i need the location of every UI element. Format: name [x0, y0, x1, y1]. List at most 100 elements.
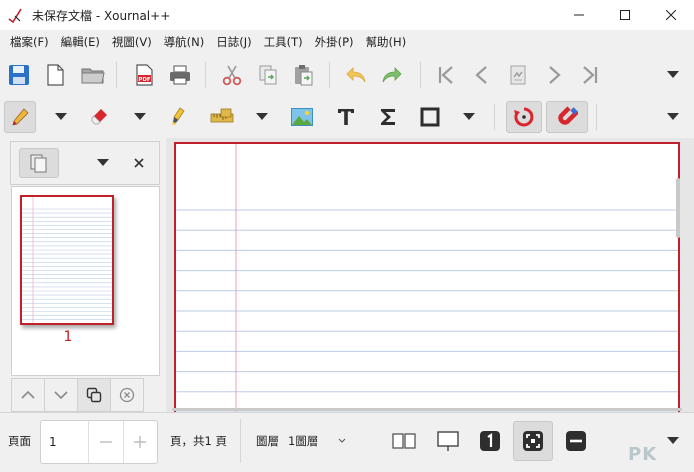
rectangle-button[interactable]: [414, 101, 446, 133]
math-tex-button[interactable]: [372, 101, 404, 133]
sidebar-page-actions: [11, 378, 160, 412]
menu-navigation[interactable]: 導航(N): [158, 31, 211, 53]
eraser-options-dropdown[interactable]: [129, 101, 151, 133]
move-page-down-button[interactable]: [44, 378, 78, 412]
thumbnail-page-number: 1: [63, 329, 73, 345]
menu-view[interactable]: 視圖(V): [106, 31, 158, 53]
drawing-type-dropdown[interactable]: [458, 101, 480, 133]
undo-button[interactable]: [340, 59, 372, 91]
status-separator: [240, 419, 241, 463]
page-total-label: 頁，共1 頁: [170, 434, 227, 448]
sidebar-view-dropdown[interactable]: [91, 148, 115, 178]
copy-button[interactable]: [252, 59, 284, 91]
goto-page-button[interactable]: [502, 59, 534, 91]
next-page-button[interactable]: [538, 59, 570, 91]
open-button[interactable]: [77, 59, 109, 91]
close-button[interactable]: [648, 0, 694, 30]
chevron-down-icon: [338, 438, 346, 443]
chevron-up-icon: [21, 390, 35, 399]
redo-button[interactable]: [376, 59, 408, 91]
pair-pages-button[interactable]: [384, 421, 424, 461]
document-canvas[interactable]: [166, 138, 694, 412]
first-page-button[interactable]: [430, 59, 462, 91]
sidebar-header: [10, 141, 160, 185]
status-bar: 頁面 1 頁，共1 頁 圖層 1圖層: [0, 412, 694, 472]
two-pages-icon: [392, 433, 416, 449]
pen-options-dropdown[interactable]: [50, 101, 72, 133]
tools-toolbar: [0, 96, 694, 138]
minimize-icon: [574, 14, 584, 16]
page-preview-panel: 1: [11, 186, 160, 376]
redo-icon: [382, 67, 402, 83]
export-pdf-icon: PDF: [136, 64, 153, 86]
zoom-100-button[interactable]: [470, 421, 510, 461]
duplicate-icon: [86, 387, 102, 403]
shape-options-dropdown[interactable]: [251, 101, 273, 133]
zoom-out-button[interactable]: [556, 421, 596, 461]
toolbar-separator: [116, 62, 117, 88]
layer-select[interactable]: 1圖層: [288, 433, 318, 449]
layer-dropdown[interactable]: [338, 433, 350, 447]
save-button[interactable]: [3, 59, 35, 91]
ruler-button[interactable]: [206, 101, 238, 133]
last-page-button[interactable]: [574, 59, 606, 91]
menu-tools[interactable]: 工具(T): [258, 31, 309, 53]
highlighter-button[interactable]: [162, 101, 194, 133]
menu-help[interactable]: 幫助(H): [360, 31, 413, 53]
toolbar-overflow-button[interactable]: [662, 101, 684, 133]
rotation-snap-icon: [514, 107, 534, 127]
page-decrement-button[interactable]: [88, 421, 122, 463]
menu-file[interactable]: 檔案(F): [4, 31, 55, 53]
rotation-snapping-button[interactable]: [506, 101, 542, 133]
plus-icon: [134, 436, 147, 448]
window-title: 未保存文檔 - Xournal++: [32, 8, 171, 23]
copy-icon: [259, 65, 277, 85]
menu-journal[interactable]: 日誌(J): [210, 31, 257, 53]
maximize-button[interactable]: [602, 0, 648, 30]
toolbar-overflow-button[interactable]: [662, 59, 684, 91]
toolbar-separator: [205, 62, 206, 88]
text-button[interactable]: [330, 101, 362, 133]
page-label: 頁面: [8, 434, 31, 448]
image-button[interactable]: [286, 101, 318, 133]
chevron-down-icon: [463, 113, 475, 120]
horizontal-scrollbar[interactable]: [172, 408, 682, 411]
presentation-mode-button[interactable]: [428, 421, 468, 461]
grid-snapping-button[interactable]: [546, 101, 588, 133]
cut-button[interactable]: [216, 59, 248, 91]
minimize-button[interactable]: [556, 0, 602, 30]
page-increment-button[interactable]: [122, 421, 157, 463]
menu-edit[interactable]: 編輯(E): [55, 31, 106, 53]
ruler-icon: [210, 108, 234, 123]
sidebar-close-button[interactable]: [123, 148, 155, 178]
zoom-fit-icon: [523, 431, 543, 451]
page-number-spinner[interactable]: 1: [40, 420, 158, 464]
paste-button[interactable]: [288, 59, 320, 91]
minus-icon: [99, 441, 112, 443]
statusbar-overflow-button[interactable]: [662, 433, 684, 449]
menu-plugins[interactable]: 外掛(P): [309, 31, 360, 53]
export-pdf-button[interactable]: PDF: [128, 59, 160, 91]
previous-page-icon: [475, 66, 487, 84]
page-preview-tab[interactable]: [19, 148, 59, 178]
text-icon: [338, 109, 354, 125]
duplicate-page-button[interactable]: [77, 378, 111, 412]
document-page[interactable]: [174, 142, 680, 412]
delete-page-button[interactable]: [110, 378, 144, 412]
rectangle-icon: [420, 107, 440, 127]
previous-page-button[interactable]: [466, 59, 498, 91]
close-icon: [134, 158, 144, 168]
move-page-up-button[interactable]: [11, 378, 45, 412]
pen-button[interactable]: [4, 101, 36, 133]
zoom-fit-button[interactable]: [513, 421, 553, 461]
print-button[interactable]: [164, 59, 196, 91]
delete-circle-icon: [119, 387, 135, 403]
new-button[interactable]: [39, 59, 71, 91]
page-thumbnail[interactable]: [20, 195, 114, 325]
pages-icon: [30, 154, 47, 173]
eraser-button[interactable]: [84, 101, 116, 133]
toolbar-separator: [596, 104, 597, 130]
page-number-input[interactable]: 1: [41, 435, 88, 449]
zoom-actual-size-icon: [480, 431, 500, 451]
vertical-scrollbar[interactable]: [676, 178, 680, 238]
